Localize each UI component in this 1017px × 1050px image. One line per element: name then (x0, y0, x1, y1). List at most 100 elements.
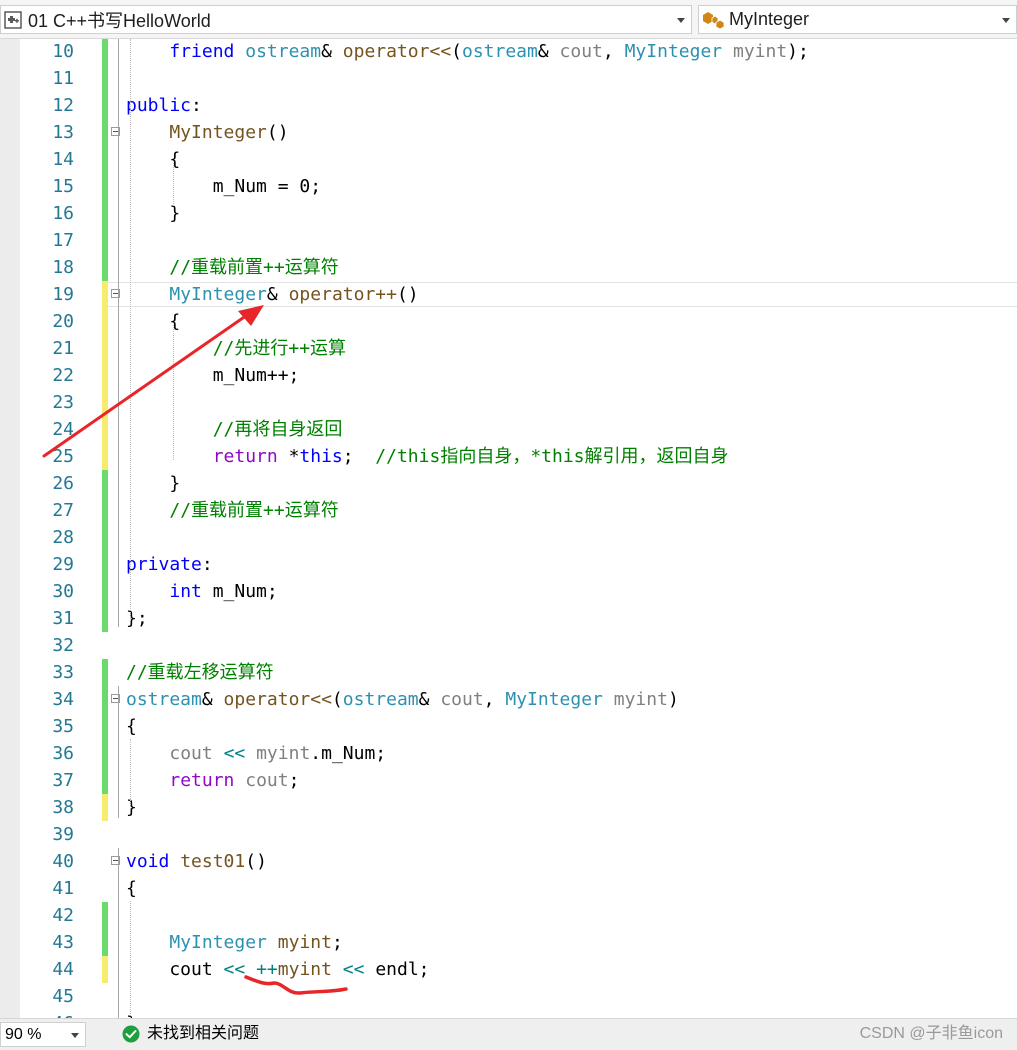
code-line[interactable]: 23 (0, 389, 1017, 416)
code-token: & (201, 689, 224, 710)
code-line[interactable]: 12 public: (0, 92, 1017, 119)
code-line[interactable]: 22 m_Num++; (0, 362, 1017, 389)
status-bar: 90 % 未找到相关问题 CSDN @子非鱼icon (0, 1018, 1017, 1050)
line-number: 28 (52, 527, 74, 548)
code-line[interactable]: 41 { (0, 875, 1017, 902)
code-text: //重载前置++运算符 (126, 254, 339, 281)
chevron-down-icon[interactable] (677, 18, 685, 23)
code-token: int (169, 581, 202, 602)
code-text: private: (126, 551, 213, 578)
zoom-dropdown[interactable]: 90 % (0, 1022, 86, 1047)
code-line[interactable]: 14 { (0, 146, 1017, 173)
code-token: myint (256, 743, 311, 764)
code-line[interactable]: 11 (0, 65, 1017, 92)
saved-change-marker (102, 146, 108, 173)
code-line[interactable]: 43 MyInteger myint; (0, 929, 1017, 956)
code-line[interactable]: 44 cout << ++myint << endl; (0, 956, 1017, 983)
code-token: public (126, 95, 192, 116)
code-token: MyInteger (505, 689, 603, 710)
code-token: , (483, 689, 506, 710)
code-line[interactable]: 30 int m_Num; (0, 578, 1017, 605)
code-line[interactable]: 38} (0, 794, 1017, 821)
line-number: 21 (52, 338, 74, 359)
code-line[interactable]: 15 m_Num = 0; (0, 173, 1017, 200)
code-line[interactable]: 20 { (0, 308, 1017, 335)
code-line[interactable]: 28 (0, 524, 1017, 551)
code-text: //重载前置++运算符 (126, 497, 338, 524)
line-number: 40 (52, 851, 74, 872)
code-line[interactable]: 37 return cout; (0, 767, 1017, 794)
code-line[interactable]: 39 (0, 821, 1017, 848)
code-token: //先进行++运算 (212, 338, 347, 359)
code-token: ; (342, 446, 376, 467)
code-token: & (266, 284, 289, 305)
code-token: operator++ (288, 284, 397, 305)
code-text: return *this; //this指向自身，*this解引用，返回自身 (126, 443, 729, 470)
code-line[interactable]: 42 (0, 902, 1017, 929)
code-token: } (126, 473, 181, 494)
line-number: 34 (52, 689, 74, 710)
code-line[interactable]: 35 { (0, 713, 1017, 740)
code-text: } (126, 794, 137, 821)
scope-dropdown[interactable]: MyInteger (698, 5, 1017, 34)
saved-change-marker (102, 65, 108, 92)
chevron-down-icon[interactable] (1002, 18, 1010, 23)
code-token: ostream (462, 41, 538, 62)
code-token: endl; (364, 959, 430, 980)
code-line[interactable]: 32 (0, 632, 1017, 659)
code-token: //重载前置++运算符 (169, 257, 339, 278)
line-number: 29 (52, 554, 74, 575)
code-line[interactable]: 45 (0, 983, 1017, 1010)
code-token: myint (613, 689, 668, 710)
code-token: //再将自身返回 (212, 419, 343, 440)
code-token: << (342, 959, 365, 980)
code-token: ( (331, 689, 343, 710)
saved-change-marker (102, 578, 108, 605)
code-line[interactable]: 13 MyInteger() (0, 119, 1017, 146)
code-text: //重载左移运算符 (126, 659, 274, 686)
code-token: .m_Num; (310, 743, 387, 764)
code-line[interactable]: 16 } (0, 200, 1017, 227)
code-line[interactable]: 31}; (0, 605, 1017, 632)
code-text: //再将自身返回 (126, 416, 343, 443)
line-number: 20 (52, 311, 74, 332)
code-token: << (223, 743, 246, 764)
code-line[interactable]: 21 //先进行++运算 (0, 335, 1017, 362)
code-line[interactable]: 33 //重载左移运算符 (0, 659, 1017, 686)
code-line[interactable]: 26 } (0, 470, 1017, 497)
code-line[interactable]: 36 cout << myint.m_Num; (0, 740, 1017, 767)
code-token: & (418, 689, 441, 710)
code-line[interactable]: 46} (0, 1010, 1017, 1018)
code-line[interactable]: 10 friend ostream& operator<<(ostream& c… (0, 39, 1017, 65)
code-line[interactable]: 17 (0, 227, 1017, 254)
code-token: test01 (180, 851, 246, 872)
code-token: m_Num++; (126, 365, 300, 386)
code-editor[interactable]: 10 friend ostream& operator<<(ostream& c… (0, 39, 1017, 1018)
code-line[interactable]: 29 private: (0, 551, 1017, 578)
line-number: 11 (52, 68, 74, 89)
project-dropdown[interactable]: 01 C++书写HelloWorld (0, 5, 692, 34)
code-line[interactable]: 24 //再将自身返回 (0, 416, 1017, 443)
code-token: { (126, 716, 137, 737)
code-line[interactable]: 40 void test01() (0, 848, 1017, 875)
code-token: } (126, 797, 137, 818)
saved-change-marker (102, 551, 108, 578)
watermark: CSDN @子非鱼icon (859, 1025, 1003, 1042)
code-token: private (126, 554, 202, 575)
code-line[interactable]: 34 ostream& operator<<(ostream& cout, MyI… (0, 686, 1017, 713)
code-line[interactable]: 18 //重载前置++运算符 (0, 254, 1017, 281)
code-line[interactable]: 27 //重载前置++运算符 (0, 497, 1017, 524)
code-token: { (126, 878, 137, 899)
code-token: ostream (245, 41, 322, 62)
chevron-down-icon[interactable] (71, 1033, 79, 1038)
saved-change-marker (102, 686, 108, 713)
issues-status[interactable]: 未找到相关问题 (122, 1023, 259, 1045)
code-line[interactable]: 19 MyInteger& operator++() (0, 281, 1017, 308)
code-line[interactable]: 25 return *this; //this指向自身，*this解引用，返回自… (0, 443, 1017, 470)
